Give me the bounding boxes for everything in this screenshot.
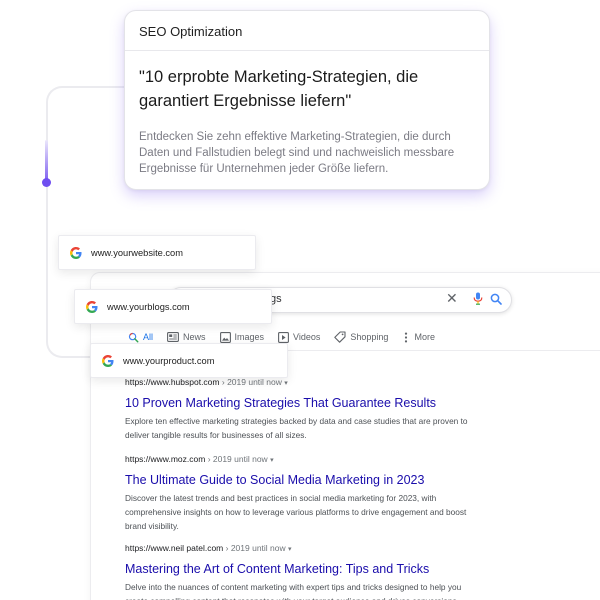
tag-icon [334, 331, 346, 343]
caret-down-icon[interactable]: ▾ [284, 380, 288, 387]
result-snippet: Discover the latest trends and best prac… [125, 493, 467, 531]
seo-card-title: "10 erprobte Marketing-Strategien, die g… [139, 68, 419, 110]
tab-images-label: Images [234, 332, 265, 342]
tab-all-label: All [143, 332, 154, 342]
result-url: https://www.neil patel.com [125, 543, 224, 553]
tab-shopping-label: Shopping [350, 332, 389, 342]
result-title-link[interactable]: Mastering the Art of Content Marketing: … [125, 561, 485, 577]
result-title-link[interactable]: 10 Proven Marketing Strategies That Guar… [125, 395, 485, 411]
caret-down-icon[interactable]: ▾ [270, 457, 274, 464]
news-icon [167, 332, 179, 342]
result-meta: › 2019 until now [225, 543, 286, 553]
url-card-blogs[interactable]: www.yourblogs.com [74, 289, 272, 324]
mic-icon[interactable] [473, 292, 483, 310]
url-card-product[interactable]: www.yourproduct.com [90, 343, 288, 378]
connector-dot [42, 178, 51, 187]
tab-more[interactable]: More [402, 329, 435, 345]
google-g-icon [70, 246, 82, 259]
result-meta: › 2019 until now [207, 454, 268, 464]
result-snippet: Delve into the nuances of content market… [125, 582, 462, 600]
tab-videos-label: Videos [293, 332, 321, 342]
seo-card-description: Entdecken Sie zehn effektive Marketing-S… [139, 131, 455, 175]
seo-card-header: SEO Optimization [125, 11, 489, 51]
seo-card: SEO Optimization "10 erprobte Marketing-… [124, 10, 490, 190]
url-card-label: www.yourproduct.com [123, 355, 215, 366]
url-card-label: www.yourwebsite.com [91, 247, 183, 258]
search-icon[interactable] [490, 292, 502, 310]
result-meta: › 2019 until now [221, 377, 282, 387]
search-result: https://www.hubspot.com › 2019 until now… [125, 377, 485, 442]
search-icon [128, 332, 139, 342]
result-url: https://www.moz.com [125, 454, 206, 464]
connector-accent [45, 140, 48, 182]
search-result: https://www.neil patel.com › 2019 until … [125, 543, 485, 600]
result-title-link[interactable]: The Ultimate Guide to Social Media Marke… [125, 472, 485, 488]
image-icon [219, 331, 231, 343]
tab-news-label: News [183, 332, 206, 342]
clear-icon[interactable]: ✕ [446, 291, 458, 305]
result-url-line[interactable]: https://www.moz.com › 2019 until now ▾ [125, 454, 485, 466]
url-card-website[interactable]: www.yourwebsite.com [58, 235, 256, 270]
more-vert-icon [405, 332, 408, 342]
play-icon [278, 331, 289, 343]
result-snippet: Explore ten effective marketing strategi… [125, 416, 468, 440]
url-card-label: www.yourblogs.com [107, 301, 190, 312]
result-url-line[interactable]: https://www.neil patel.com › 2019 until … [125, 543, 485, 555]
result-url: https://www.hubspot.com [125, 377, 220, 387]
search-result: https://www.moz.com › 2019 until now ▾ T… [125, 454, 485, 533]
result-url-line[interactable]: https://www.hubspot.com › 2019 until now… [125, 377, 485, 389]
tab-shopping[interactable]: Shopping [334, 329, 388, 345]
google-g-icon [86, 300, 98, 313]
google-g-icon [102, 354, 114, 367]
tab-more-label: More [414, 332, 435, 342]
caret-down-icon[interactable]: ▾ [288, 546, 292, 553]
